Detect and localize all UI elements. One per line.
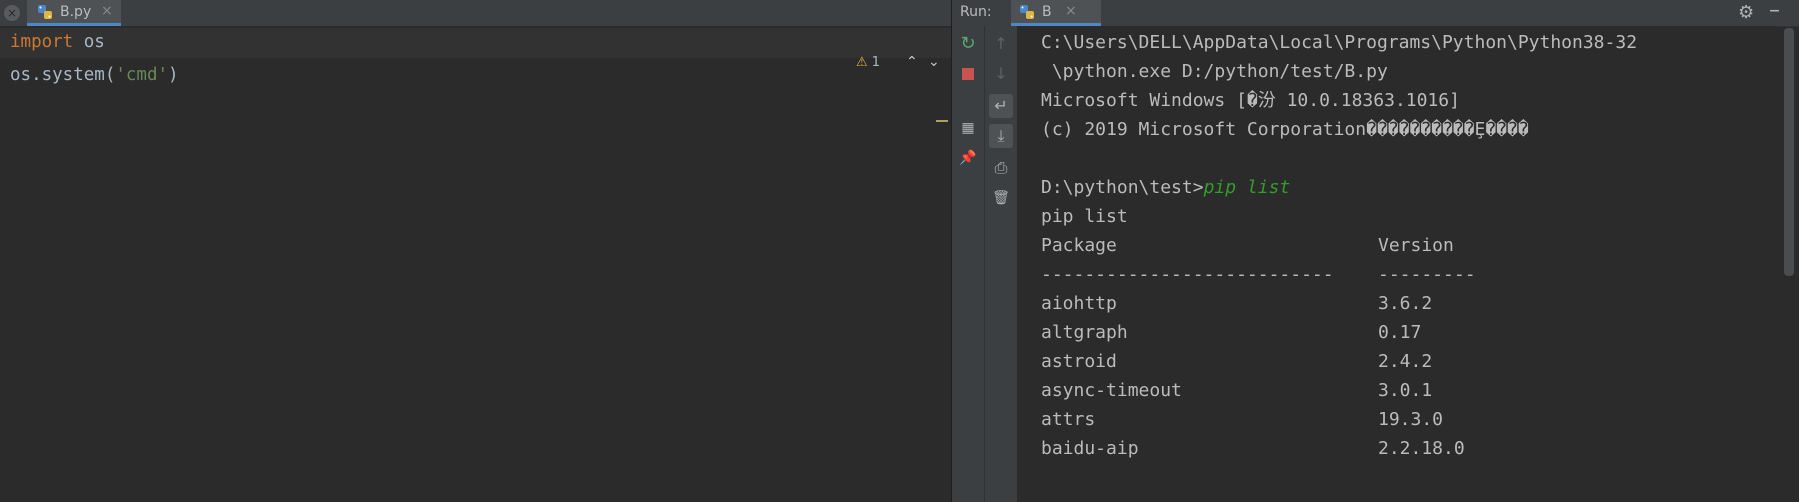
console-line: Microsoft Windows [�汾 10.0.18363.1016] [1041, 90, 1460, 111]
package-name: baidu-aip [1041, 438, 1139, 459]
gear-icon[interactable]: ⚙ [1738, 2, 1754, 23]
up-stack-trace-icon[interactable]: ↑ [989, 32, 1013, 56]
python-file-icon [38, 5, 52, 19]
warning-scroll-marker[interactable] [936, 120, 948, 122]
console-prompt: D:\python\test> [1041, 177, 1204, 198]
rerun-icon[interactable]: ↻ [956, 32, 980, 56]
run-title: Run: [960, 4, 992, 20]
editor-pane: × B.py × import os os.system('cmd') ⚠ 1 … [0, 0, 951, 502]
console-scrollbar[interactable] [1784, 28, 1794, 276]
warning-icon: ⚠ [856, 55, 868, 70]
call-suffix: ) [168, 65, 179, 85]
soft-wrap-icon[interactable]: ↵ [989, 94, 1013, 118]
code-line-1[interactable]: import os [10, 30, 105, 54]
code-editor[interactable]: import os os.system('cmd') ⚠ 1 ⌃ ⌄ [0, 26, 951, 502]
package-name: altgraph [1041, 322, 1128, 343]
header-package: Package [1041, 235, 1117, 256]
package-version: 19.3.0 [1378, 409, 1444, 430]
restore-layout-icon[interactable]: ▦ [956, 116, 980, 140]
run-toolbar-primary: ↻ ▦ 📌 [952, 26, 985, 502]
package-row: attrs 19.3.0 [1041, 407, 1443, 433]
close-tab-icon[interactable]: × [101, 3, 113, 19]
trash-icon[interactable]: 🗑 [989, 186, 1013, 210]
keyword-import: import [10, 32, 74, 52]
inspection-widget[interactable]: ⚠ 1 ⌃ ⌄ [856, 54, 946, 75]
current-line-highlight [0, 28, 951, 58]
editor-tab-bar: × B.py × [0, 0, 951, 27]
close-all-tabs-icon[interactable]: × [4, 5, 20, 21]
package-row: baidu-aip 2.2.18.0 [1041, 436, 1465, 462]
header-version: Version [1378, 235, 1454, 256]
package-row: aiohttp 3.6.2 [1041, 291, 1432, 317]
package-name: attrs [1041, 409, 1096, 430]
table-header: Package Version [1041, 233, 1454, 259]
package-version: 3.6.2 [1378, 293, 1433, 314]
stop-icon[interactable] [956, 62, 980, 86]
package-row: astroid 2.4.2 [1041, 349, 1432, 375]
package-name: async-timeout [1041, 380, 1182, 401]
minimize-icon[interactable]: – [1769, 0, 1780, 23]
rule-version: --------- [1378, 264, 1476, 285]
package-name: astroid [1041, 351, 1117, 372]
package-name: aiohttp [1041, 293, 1117, 314]
close-run-tab-icon[interactable]: × [1065, 3, 1077, 19]
console-output[interactable]: C:\Users\DELL\AppData\Local\Programs\Pyt… [1018, 26, 1778, 502]
previous-highlight-icon[interactable]: ⌃ [906, 54, 918, 70]
run-tab-b[interactable]: B × [1011, 0, 1101, 26]
pin-tab-icon[interactable]: 📌 [956, 146, 980, 170]
package-version: 2.4.2 [1378, 351, 1433, 372]
editor-tab-label: B.py [60, 4, 92, 20]
console-prompt-line: D:\python\test>pip list [1041, 175, 1290, 201]
run-header: Run: B × ⚙ – [952, 0, 1799, 27]
package-row: altgraph 0.17 [1041, 320, 1421, 346]
editor-tab-b-py[interactable]: B.py × [27, 0, 121, 26]
package-row: async-timeout 3.0.1 [1041, 378, 1432, 404]
package-version: 3.0.1 [1378, 380, 1433, 401]
code-line-2[interactable]: os.system('cmd') [10, 63, 179, 87]
call-prefix: os.system( [10, 65, 116, 85]
string-literal: 'cmd' [115, 65, 169, 85]
package-version: 2.2.18.0 [1378, 438, 1465, 459]
package-version: 0.17 [1378, 322, 1422, 343]
run-tool-window: Run: B × ⚙ – ↻ ▦ 📌 ↑ ↓ ↵ ⤓ ⎙ 🗑 C:\Users\… [952, 0, 1799, 502]
table-rule: --------------------------- --------- [1041, 262, 1476, 288]
run-tab-label: B [1042, 4, 1052, 20]
console-line: pip list [1041, 206, 1128, 227]
warning-count: 1 [871, 55, 881, 70]
down-stack-trace-icon[interactable]: ↓ [989, 62, 1013, 86]
console-line: C:\Users\DELL\AppData\Local\Programs\Pyt… [1041, 32, 1638, 53]
next-highlight-icon[interactable]: ⌄ [928, 54, 940, 70]
python-run-config-icon [1020, 5, 1034, 19]
console-line: (c) 2019 Microsoft Corporation����������… [1041, 119, 1529, 140]
run-toolbar-secondary: ↑ ↓ ↵ ⤓ ⎙ 🗑 [985, 26, 1018, 502]
rule-package: --------------------------- [1041, 264, 1334, 285]
print-icon[interactable]: ⎙ [989, 156, 1013, 180]
console-line: \python.exe D:/python/test/B.py [1041, 61, 1388, 82]
module-name: os [73, 32, 105, 52]
scroll-to-end-icon[interactable]: ⤓ [989, 124, 1013, 148]
console-user-input: pip list [1203, 177, 1291, 198]
